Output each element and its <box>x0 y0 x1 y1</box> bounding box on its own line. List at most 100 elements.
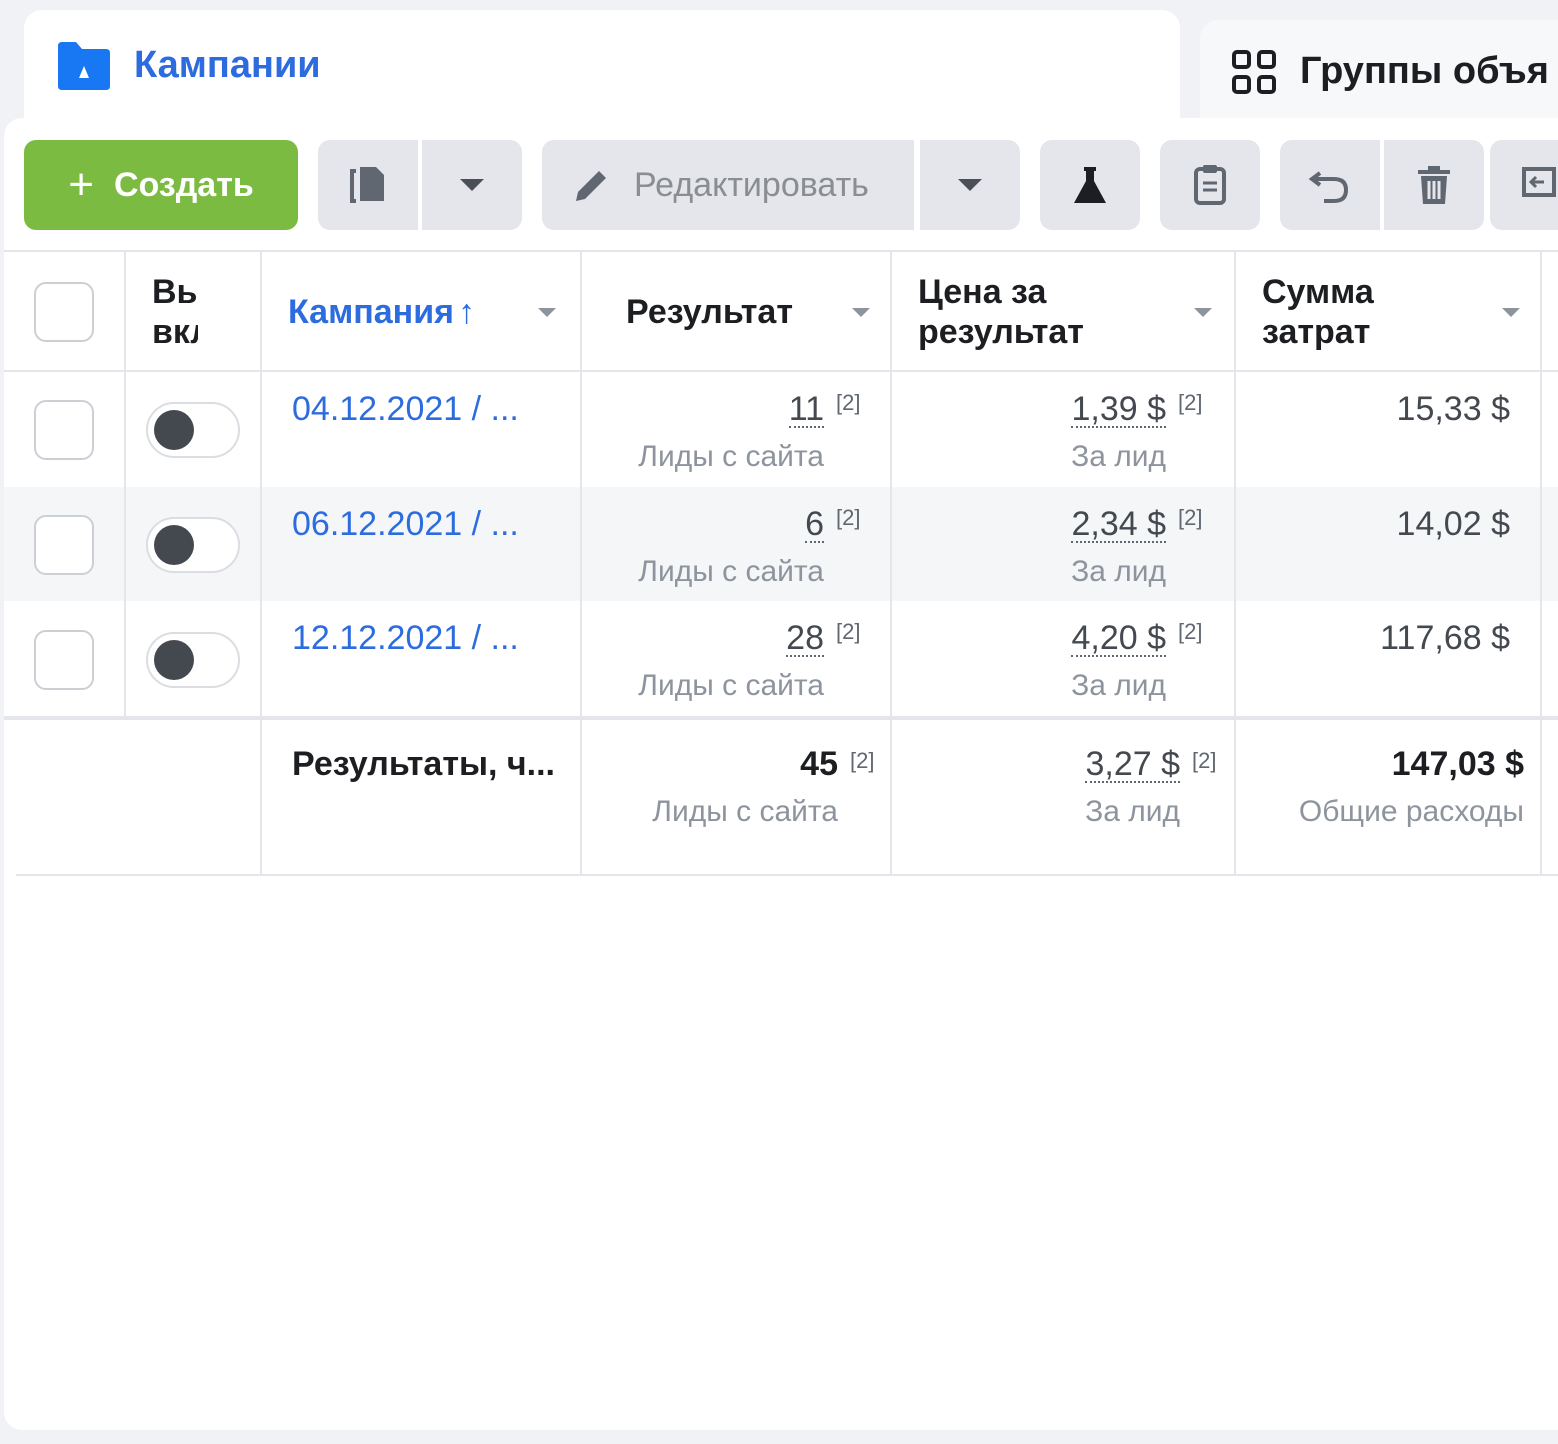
edit-button[interactable]: Редактировать <box>542 140 914 230</box>
result-value[interactable]: 28 <box>786 619 824 658</box>
header-cost-line1: Цена за <box>918 273 1047 311</box>
toggle-knob <box>154 640 194 680</box>
result-value[interactable]: 6 <box>805 505 824 544</box>
column-divider <box>1234 250 1236 875</box>
toggle-knob <box>154 410 194 450</box>
folder-icon <box>58 42 110 90</box>
totals-cost-value-text: 3,27 $ <box>1085 745 1180 783</box>
spend-value: 15,33 $ <box>1396 390 1510 428</box>
column-divider <box>890 250 892 875</box>
result-footnote: [2] <box>836 619 861 644</box>
plus-icon: + <box>68 160 94 209</box>
cost-value-text: 4,20 $ <box>1071 619 1166 657</box>
column-divider <box>124 250 126 718</box>
select-all-checkbox[interactable] <box>34 282 94 342</box>
result-type: Лиды с сайта <box>638 440 824 473</box>
header-on-off-line2: вкл <box>152 313 198 351</box>
chevron-down-icon <box>460 179 484 191</box>
column-divider <box>260 250 262 875</box>
result-footnote: [2] <box>836 505 861 530</box>
export-icon <box>1522 167 1556 197</box>
edit-button-label: Редактировать <box>634 165 869 204</box>
column-divider <box>580 250 582 875</box>
column-divider <box>1540 250 1542 875</box>
totals-result-type: Лиды с сайта <box>652 795 838 828</box>
undo-button[interactable] <box>1280 140 1380 230</box>
cost-footnote: [2] <box>1178 619 1203 644</box>
cost-type: За лид <box>1071 669 1166 702</box>
pencil-icon <box>576 171 606 201</box>
campaign-toggle[interactable] <box>146 402 240 458</box>
rules-button[interactable] <box>1160 140 1260 230</box>
trash-icon <box>1418 166 1450 204</box>
sort-ascending-icon: ↑ <box>457 293 475 331</box>
header-campaign-label: Кампания <box>288 293 454 331</box>
totals-cost-type: За лид <box>1085 795 1180 828</box>
chevron-down-icon[interactable] <box>538 308 556 317</box>
header-campaign[interactable]: Кампания ↑ <box>288 292 475 332</box>
result-footnote: [2] <box>836 390 861 415</box>
create-button[interactable]: + Создать <box>24 140 298 230</box>
header-result[interactable]: Результат <box>626 292 793 332</box>
result-type: Лиды с сайта <box>638 555 824 588</box>
create-button-label: Создать <box>113 165 254 204</box>
cost-value[interactable]: 4,20 $ <box>1071 619 1166 658</box>
table-top-border <box>4 250 1558 252</box>
header-on-off[interactable]: Вы вкл <box>152 272 198 352</box>
duplicate-dropdown-button[interactable] <box>422 140 522 230</box>
grid-icon <box>1232 50 1276 94</box>
cost-type: За лид <box>1071 440 1166 473</box>
campaign-toggle[interactable] <box>146 632 240 688</box>
cost-value-text: 1,39 $ <box>1071 390 1166 428</box>
totals-spend-value: 147,03 $ <box>1391 745 1524 783</box>
cost-footnote: [2] <box>1178 390 1203 415</box>
result-value-text: 28 <box>786 619 824 657</box>
row-checkbox[interactable] <box>34 400 94 460</box>
chevron-down-icon[interactable] <box>1194 308 1212 317</box>
chevron-down-icon[interactable] <box>1502 308 1520 317</box>
header-cost-line2: результат <box>918 313 1084 351</box>
totals-cost-footnote: [2] <box>1192 748 1217 773</box>
totals-spend-type: Общие расходы <box>1298 795 1524 828</box>
result-value-text: 11 <box>788 390 824 428</box>
row-checkbox[interactable] <box>34 630 94 690</box>
campaign-name-link[interactable]: 12.12.2021 / ... <box>292 619 519 658</box>
cost-value[interactable]: 2,34 $ <box>1071 505 1166 544</box>
chevron-down-icon[interactable] <box>852 308 870 317</box>
campaign-name-link[interactable]: 06.12.2021 / ... <box>292 505 519 544</box>
toggle-knob <box>154 525 194 565</box>
header-cost-per-result[interactable]: Цена за результат <box>918 272 1084 352</box>
totals-bottom-border <box>16 874 1558 876</box>
totals-label: Результаты, ч... <box>292 745 555 783</box>
header-spend-line2: затрат <box>1262 313 1371 351</box>
result-type: Лиды с сайта <box>638 669 824 702</box>
duplicate-button[interactable] <box>318 140 418 230</box>
header-spend-line1: Сумма <box>1262 273 1374 311</box>
cost-value[interactable]: 1,39 $ <box>1071 390 1166 429</box>
header-on-off-line1: Вы <box>152 273 198 311</box>
tab-campaigns-label: Кампании <box>134 44 321 86</box>
delete-button[interactable] <box>1384 140 1484 230</box>
cost-value-text: 2,34 $ <box>1071 505 1166 543</box>
totals-result-footnote: [2] <box>850 748 875 773</box>
edit-dropdown-button[interactable] <box>920 140 1020 230</box>
spend-value: 14,02 $ <box>1396 505 1510 543</box>
result-value[interactable]: 11 <box>788 390 824 429</box>
ab-test-button[interactable] <box>1040 140 1140 230</box>
clipboard-icon <box>1194 165 1226 205</box>
tab-ad-sets[interactable]: Группы объя <box>1200 20 1558 120</box>
export-button[interactable] <box>1490 140 1558 230</box>
row-checkbox[interactable] <box>34 515 94 575</box>
campaign-toggle[interactable] <box>146 517 240 573</box>
header-bottom-border <box>4 370 1558 372</box>
cost-type: За лид <box>1071 555 1166 588</box>
campaign-name-link[interactable]: 04.12.2021 / ... <box>292 390 519 429</box>
header-amount-spent[interactable]: Сумма затрат <box>1262 272 1374 352</box>
rows-bottom-border <box>4 716 1558 720</box>
chevron-down-icon <box>958 179 982 191</box>
totals-cost-value[interactable]: 3,27 $ <box>1085 745 1180 784</box>
undo-icon <box>1308 171 1349 203</box>
cost-footnote: [2] <box>1178 505 1203 530</box>
tab-ad-sets-label: Группы объя <box>1300 50 1549 92</box>
result-value-text: 6 <box>805 505 824 543</box>
